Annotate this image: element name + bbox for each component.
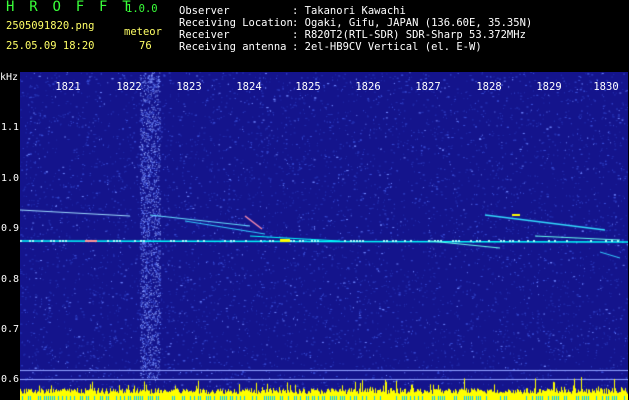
x-tick-label: 1822 [116,81,142,93]
detection-count: 76 [139,40,152,52]
datetime: 25.05.09 18:20 [6,40,95,52]
antenna-label: Receiving antenna [179,41,287,53]
location-label: Receiving Location [179,17,293,29]
x-tick-label: 1824 [236,81,262,93]
filename: 2505091820.png [6,20,95,32]
y-tick-label: 0.7 [0,324,19,335]
x-tick-label: 1830 [593,81,619,93]
observer-label: Observer [179,5,230,17]
y-tick-label: 0.8 [0,274,19,285]
header-panel: H R O F F T 1.0.0 2505091820.png meteor … [0,0,629,72]
y-tick-label: 0.6 [0,374,19,385]
y-tick-label: 0.9 [0,223,19,234]
app-version: 1.0.0 [126,3,158,15]
y-axis-unit: kHz [0,72,19,83]
x-tick-label: 1823 [176,81,202,93]
x-tick-label: 1826 [355,81,381,93]
receiver-label: Receiver [179,29,230,41]
location-value: : Ogaki, Gifu, JAPAN (136.60E, 35.35N) [292,17,533,29]
observer-value: : Takanori Kawachi [292,5,406,17]
y-tick-label: 1.1 [0,122,19,133]
x-tick-label: 1827 [415,81,441,93]
app-title: H R O F F T [6,0,134,15]
x-tick-label: 1828 [476,81,502,93]
antenna-value: : 2el-HB9CV Vertical (el. E-W) [292,41,482,53]
detection-type: meteor [124,26,162,38]
x-tick-label: 1821 [55,81,81,93]
x-tick-label: 1825 [295,81,321,93]
receiver-value: : R820T2(RTL-SDR) SDR-Sharp 53.372MHz [292,29,526,41]
x-tick-label: 1829 [536,81,562,93]
y-tick-label: 1.0 [0,173,19,184]
spectrogram-canvas [20,72,628,400]
